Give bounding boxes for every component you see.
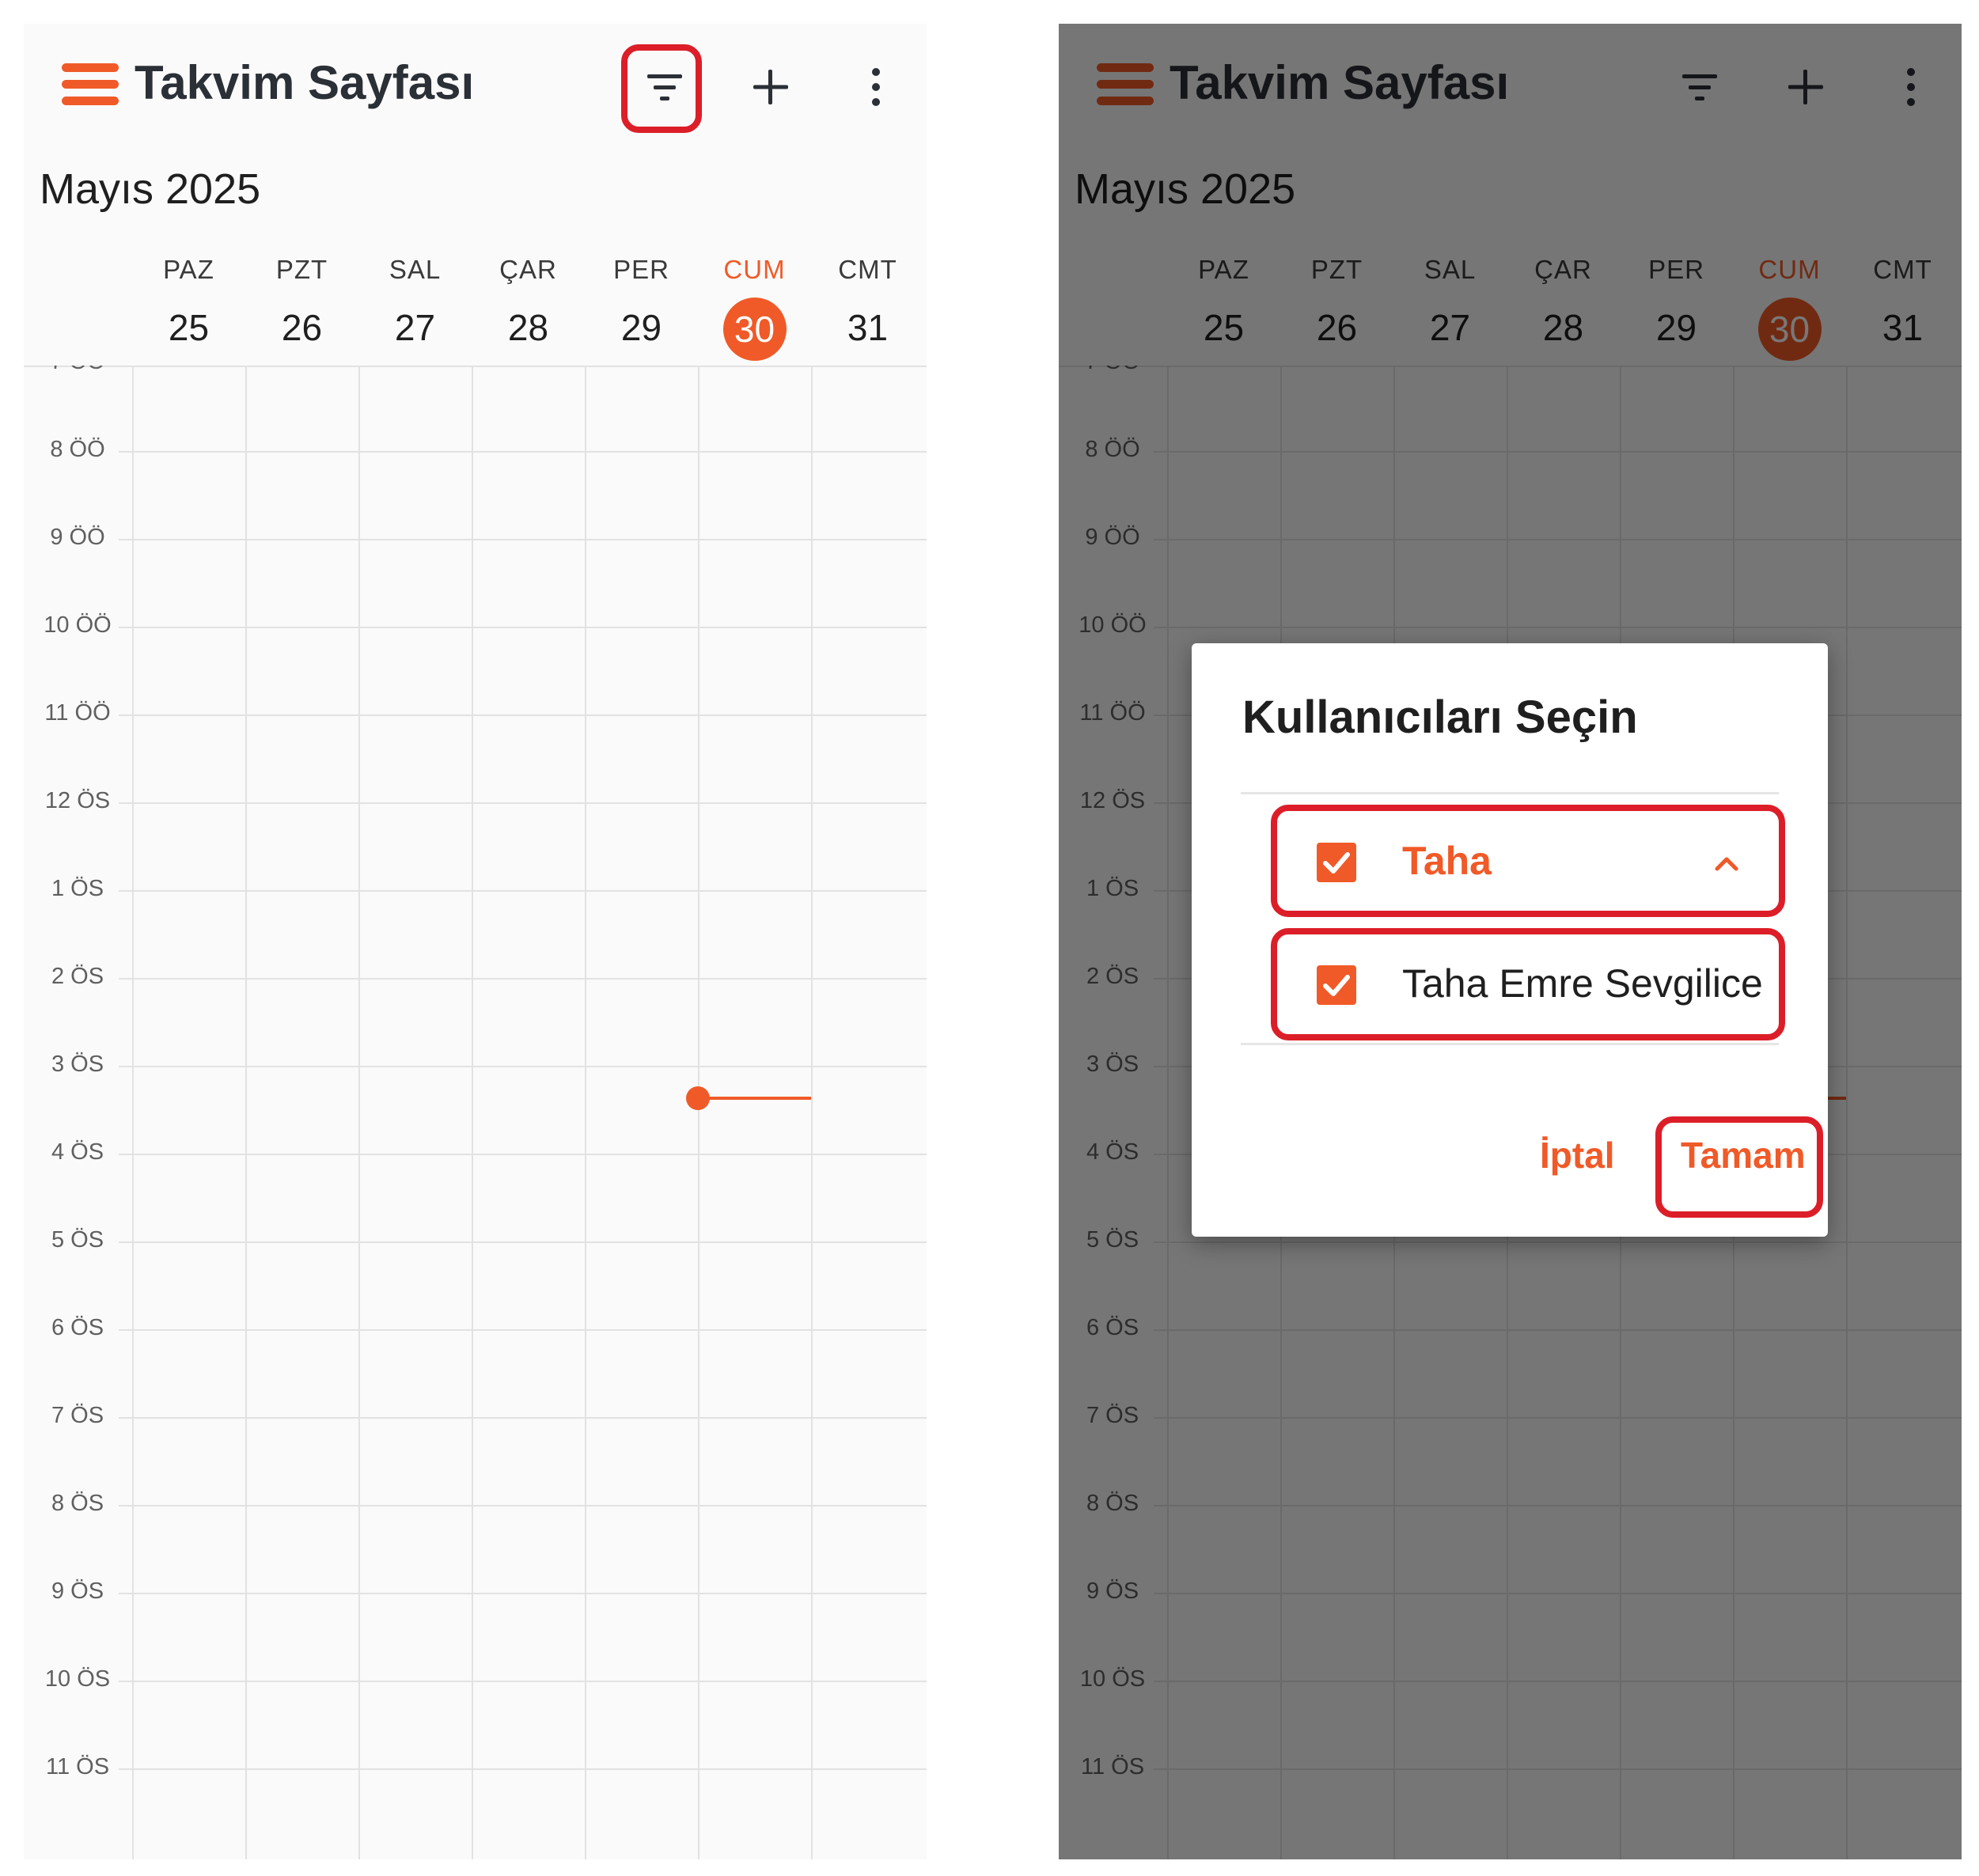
hour-label: 4 ÖS [51, 1139, 104, 1165]
today-date-badge: 30 [698, 298, 811, 361]
day-name: ÇAR [499, 255, 557, 284]
day-header-per[interactable]: PER 29 [585, 253, 698, 358]
hour-line [119, 802, 927, 804]
hour-line [119, 1592, 927, 1594]
week-time-grid[interactable]: 7 ÖÖ 8 ÖÖ 9 ÖÖ 10 ÖÖ 11 ÖÖ 12 ÖS 1 ÖS 2 ÖS 3 ÖS 4… [24, 366, 927, 1859]
filter-button-highlight [621, 44, 702, 133]
hour-line [119, 977, 927, 980]
taha-row-highlight [1271, 805, 1785, 917]
dialog-divider-top [1241, 792, 1779, 794]
day-name: PAZ [163, 255, 214, 284]
day-number: 29 [620, 307, 662, 348]
hour-line [119, 1768, 927, 1770]
grid-column-line [245, 366, 247, 1859]
grid-column-line [585, 366, 586, 1859]
hour-line [119, 1416, 927, 1419]
day-header-paz[interactable]: PAZ 25 [132, 253, 245, 358]
day-number: 27 [394, 307, 436, 348]
day-name: PER [613, 255, 669, 284]
hour-label: 7 ÖÖ [24, 366, 131, 375]
current-time-line [698, 1096, 811, 1100]
ok-button-highlight [1655, 1116, 1823, 1218]
current-time-dot [686, 1086, 710, 1110]
month-label: Mayıs 2025 [40, 165, 261, 213]
hour-label: 5 ÖS [51, 1226, 104, 1253]
hour-line [119, 889, 927, 892]
grid-column-line [472, 366, 473, 1859]
day-header-cmt[interactable]: CMT 31 [811, 253, 924, 358]
hour-label: 9 ÖS [51, 1578, 104, 1604]
hour-line [119, 1153, 927, 1155]
day-header-çar[interactable]: ÇAR 28 [472, 253, 585, 358]
cancel-button[interactable]: İptal [1540, 1134, 1615, 1177]
hour-label: 10 ÖÖ [44, 612, 112, 638]
hour-label: 1 ÖS [51, 875, 104, 901]
hour-label: 8 ÖS [51, 1490, 104, 1516]
grid-column-line [132, 366, 134, 1859]
hour-label: 2 ÖS [51, 963, 104, 989]
day-header-pzt[interactable]: PZT 26 [245, 253, 358, 358]
day-name: SAL [389, 255, 442, 284]
calendar-screen-right: Takvim Sayfası Mayıs 2025 PAZ25PZT26SAL2… [1059, 24, 1962, 1859]
grid-column-line [698, 366, 699, 1859]
dialog-divider-bottom [1241, 1043, 1779, 1045]
hour-line [119, 1241, 927, 1243]
day-name: CUM [723, 255, 786, 284]
day-number: 25 [168, 307, 210, 348]
user-select-dialog: Kullanıcıları Seçin Taha Taha Emre Sevgi… [1192, 643, 1828, 1237]
hour-label: 12 ÖS [44, 787, 111, 813]
hour-line [119, 714, 927, 716]
hour-label: 8 ÖÖ [50, 436, 105, 462]
hour-line [119, 626, 927, 628]
hour-label: 6 ÖS [51, 1314, 104, 1340]
taha-emre-row-highlight [1271, 928, 1785, 1040]
day-number: 26 [281, 307, 323, 348]
hour-line [119, 538, 927, 540]
app-bar: Takvim Sayfası [24, 24, 927, 142]
dialog-title: Kullanıcıları Seçin [1242, 692, 1638, 743]
day-name: CMT [838, 255, 897, 284]
day-name: PZT [275, 255, 328, 284]
calendar-screen-left: Takvim Sayfası Mayıs 2025 PAZ 25 PZT 26 SAL 2… [24, 24, 927, 1859]
day-number: 31 [847, 307, 889, 348]
hour-label: 3 ÖS [51, 1051, 104, 1077]
hour-label: 11 ÖÖ [44, 699, 111, 726]
day-header-cum[interactable]: CUM 30 [698, 253, 811, 361]
day-header-sal[interactable]: SAL 27 [358, 253, 472, 358]
day-number: 28 [507, 307, 549, 348]
hour-label: 9 ÖÖ [50, 524, 105, 550]
grid-column-line [811, 366, 813, 1859]
hour-line [119, 450, 927, 453]
plus-icon[interactable] [745, 62, 796, 112]
hour-line [119, 1328, 927, 1331]
hour-label: 10 ÖS [44, 1666, 111, 1692]
hour-line [119, 1065, 927, 1067]
hour-label: 11 ÖS [45, 1753, 110, 1779]
hour-line [119, 1504, 927, 1506]
hour-line [119, 1680, 927, 1682]
hour-label: 7 ÖS [51, 1402, 104, 1428]
grid-column-line [358, 366, 360, 1859]
more-vertical-icon[interactable] [851, 62, 901, 112]
hamburger-menu-icon[interactable] [62, 63, 119, 106]
grid-top-line [24, 366, 927, 367]
app-title: Takvim Sayfası [135, 56, 475, 109]
